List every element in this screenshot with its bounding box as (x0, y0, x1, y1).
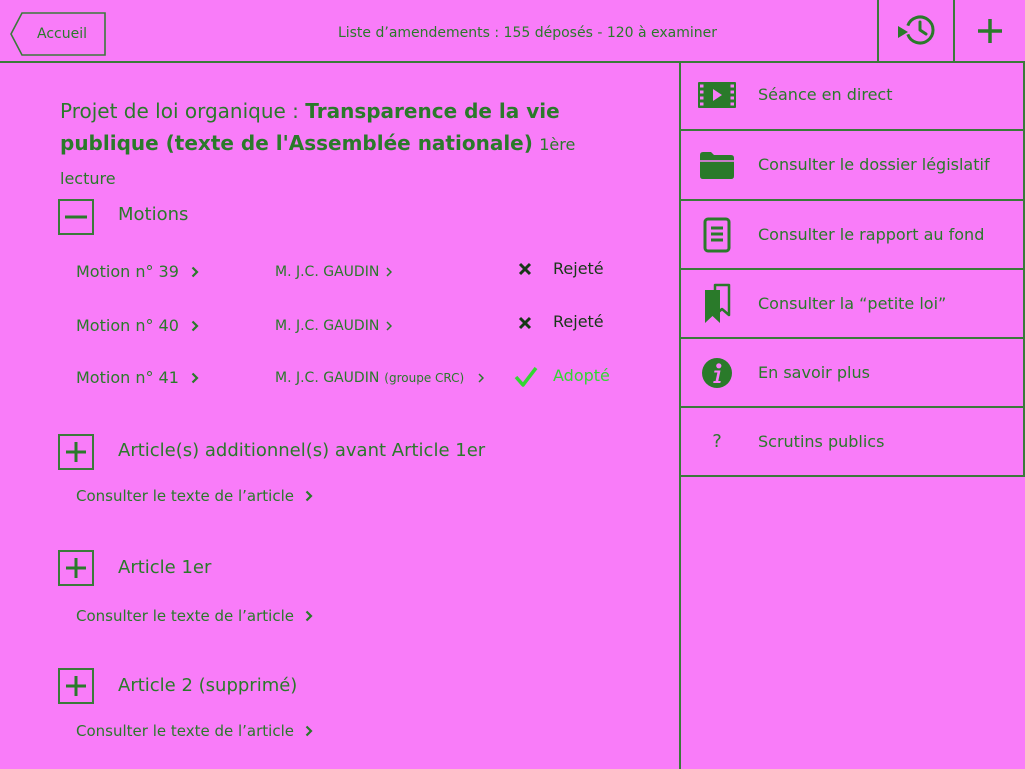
article-text-link[interactable]: Consulter le texte de l’article (76, 720, 313, 742)
motions-section-title[interactable]: Motions (118, 204, 188, 226)
sidebar-item-petite-loi[interactable]: Consulter la “petite loi” (681, 270, 1025, 339)
motion-title: Motion n° 39 (76, 262, 179, 281)
chevron-right-icon (191, 266, 199, 278)
chevron-right-icon (305, 490, 313, 502)
motion-link[interactable]: Motion n° 41 (76, 367, 199, 389)
folder-icon (695, 143, 739, 187)
motion-row: Motion n° 41 M. J.C. GAUDIN (groupe CRC)… (0, 366, 680, 389)
sidebar-item-label: Consulter le dossier législatif (758, 155, 990, 174)
info-icon (695, 351, 739, 395)
motion-author-link[interactable]: M. J.C. GAUDIN (groupe CRC) (275, 367, 485, 389)
motion-author-group: (groupe CRC) (384, 371, 465, 385)
sidebar-item-public-votes[interactable]: ? Scrutins publics (681, 408, 1025, 477)
motion-result: Adopté (553, 366, 610, 385)
chevron-right-icon (305, 725, 313, 737)
document-icon (695, 213, 739, 257)
history-icon (897, 15, 934, 44)
motion-author-link[interactable]: M. J.C. GAUDIN (275, 315, 393, 337)
motion-result: Rejeté (553, 259, 604, 278)
add-button[interactable] (953, 0, 1025, 61)
question-icon: ? (695, 420, 739, 464)
bookmarks-icon (695, 282, 739, 326)
chevron-right-icon (478, 373, 485, 383)
section-toggle-button[interactable] (58, 434, 94, 470)
plus-icon (66, 442, 86, 462)
motion-author-link[interactable]: M. J.C. GAUDIN (275, 261, 393, 283)
cross-icon (518, 262, 532, 276)
motion-row: Motion n° 39 M. J.C. GAUDIN Rejeté (0, 259, 680, 283)
section-title[interactable]: Article 2 (supprimé) (118, 675, 297, 697)
motion-link[interactable]: Motion n° 39 (76, 261, 199, 283)
sidebar-item-live-session[interactable]: Séance en direct (681, 61, 1025, 131)
section-title[interactable]: Article(s) additionnel(s) avant Article … (118, 440, 485, 462)
minus-icon (65, 215, 87, 219)
sidebar-item-label: Consulter le rapport au fond (758, 224, 985, 244)
chevron-right-icon (386, 267, 393, 277)
sidebar-item-label: Consulter la “petite loi” (758, 293, 947, 313)
top-bar: Accueil Liste d’amendements : 155 déposé… (0, 0, 1025, 63)
check-icon (514, 366, 538, 388)
bill-title: Projet de loi organique : Transparence d… (60, 95, 605, 195)
plus-icon (66, 558, 86, 578)
video-icon (695, 73, 739, 117)
chevron-right-icon (305, 610, 313, 622)
cross-icon (518, 316, 532, 330)
section-toggle-button[interactable] (58, 668, 94, 704)
back-button-label: Accueil (37, 26, 87, 42)
plus-icon (66, 676, 86, 696)
sidebar-item-label: Scrutins publics (758, 431, 885, 451)
article-text-link[interactable]: Consulter le texte de l’article (76, 485, 313, 507)
motions-toggle-button[interactable] (58, 199, 94, 235)
article-text-link[interactable]: Consulter le texte de l’article (76, 605, 313, 627)
article-text-link-label: Consulter le texte de l’article (76, 487, 294, 505)
sidebar-item-more-info[interactable]: En savoir plus (681, 339, 1025, 408)
motion-author: M. J.C. GAUDIN (275, 370, 380, 386)
motion-author: M. J.C. GAUDIN (275, 318, 380, 334)
chevron-right-icon (191, 372, 199, 384)
sidebar-item-label: Séance en direct (758, 85, 893, 104)
back-button[interactable]: Accueil (10, 12, 106, 56)
sidebar-item-label: En savoir plus (758, 362, 870, 382)
sidebar-item-legislative-file[interactable]: Consulter le dossier législatif (681, 131, 1025, 201)
motion-link[interactable]: Motion n° 40 (76, 315, 199, 337)
motion-result: Rejeté (553, 312, 604, 331)
sidebar: Séance en direct Consulter le dossier lé… (679, 61, 1025, 769)
plus-icon (978, 18, 1002, 43)
chevron-right-icon (386, 321, 393, 331)
history-button[interactable] (877, 0, 954, 61)
bill-type: Projet de loi organique : (60, 99, 299, 123)
article-text-link-label: Consulter le texte de l’article (76, 722, 294, 740)
motion-title: Motion n° 41 (76, 368, 179, 387)
section-toggle-button[interactable] (58, 550, 94, 586)
question-glyph: ? (712, 430, 722, 452)
motion-title: Motion n° 40 (76, 316, 179, 335)
chevron-right-icon (191, 320, 199, 332)
amendments-summary: Liste d’amendements : 155 déposés - 120 … (337, 25, 718, 41)
section-title[interactable]: Article 1er (118, 557, 211, 579)
article-text-link-label: Consulter le texte de l’article (76, 607, 294, 625)
sidebar-item-report[interactable]: Consulter le rapport au fond (681, 201, 1025, 270)
motion-row: Motion n° 40 M. J.C. GAUDIN Rejeté (0, 312, 680, 337)
motion-author: M. J.C. GAUDIN (275, 264, 380, 280)
